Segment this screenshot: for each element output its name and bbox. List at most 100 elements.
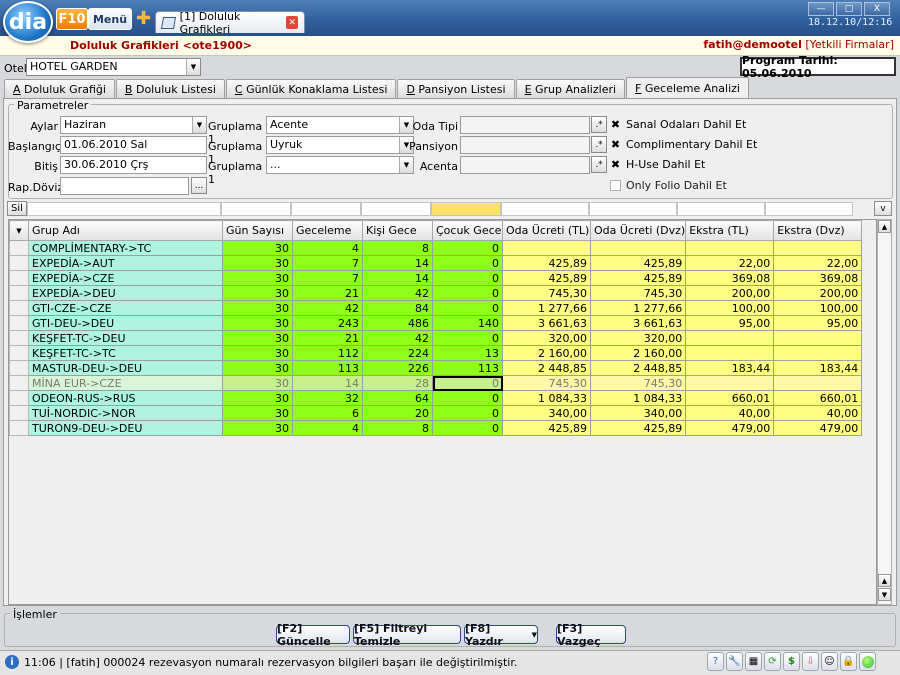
table-cell[interactable]: 369,08 [685, 270, 775, 286]
table-cell[interactable] [685, 330, 775, 346]
table-row[interactable]: GTI-DEU->DEU 30 243 486 140 3 661,63 3 661,63 9… [9, 315, 863, 331]
gruplama2-select[interactable]: Uyruk ▼ [266, 136, 414, 154]
table-cell[interactable]: 0 [432, 285, 503, 301]
table-cell[interactable]: 745,30 [589, 285, 687, 301]
table-cell[interactable]: 2 160,00 [502, 345, 591, 361]
column-menu-icon[interactable]: ▼ [9, 220, 29, 241]
bitis-field[interactable]: 30.06.2010 Çrş [60, 156, 207, 174]
table-cell[interactable]: 3 661,63 [502, 315, 591, 331]
table-row[interactable]: COMPLİMENTARY->TC 30 4 8 0 [9, 240, 863, 256]
table-cell[interactable]: 660,01 [773, 390, 863, 406]
column-header[interactable]: Kişi Gece [362, 220, 433, 241]
row-header[interactable] [9, 405, 29, 421]
column-header[interactable]: Geceleme [292, 220, 363, 241]
table-cell[interactable]: 320,00 [589, 330, 687, 346]
table-cell[interactable]: 42 [362, 330, 433, 346]
vazgec-button[interactable]: [F3] Vazgeç [556, 622, 626, 648]
lock-icon[interactable]: 🔒 [840, 652, 857, 671]
table-cell[interactable]: 745,30 [589, 375, 687, 391]
row-header[interactable] [9, 240, 29, 256]
rap-dovizi-field[interactable] [60, 177, 189, 195]
table-cell[interactable]: ODEON-RUS->RUS [28, 390, 223, 406]
firm-link[interactable]: [Yetkili Firmalar] [805, 38, 894, 51]
chevron-down-icon[interactable]: ▼ [399, 157, 413, 173]
scroll-down-icon[interactable]: ▼ [878, 588, 891, 601]
table-cell[interactable]: 425,89 [589, 270, 687, 286]
acenta-search-button[interactable]: .* [591, 156, 607, 173]
table-cell[interactable]: 112 [292, 345, 363, 361]
minimize-button[interactable]: — [808, 2, 834, 16]
table-cell[interactable]: 0 [432, 405, 503, 421]
table-cell[interactable]: 660,01 [685, 390, 775, 406]
table-cell[interactable]: 4 [292, 420, 363, 436]
table-cell[interactable]: 30 [222, 390, 293, 406]
table-cell[interactable]: 30 [222, 270, 293, 286]
table-cell[interactable]: 30 [222, 315, 293, 331]
table-cell[interactable]: KEŞFET-TC->TC [28, 345, 223, 361]
table-cell[interactable]: 30 [222, 330, 293, 346]
tab-doluluk-grafigi[interactable]: A Doluluk Grafiği [4, 79, 115, 98]
table-cell[interactable]: 2 448,85 [502, 360, 591, 376]
table-cell[interactable]: 28 [362, 375, 433, 391]
close-tab-icon[interactable]: ✕ [286, 16, 298, 29]
filter-cell[interactable] [677, 202, 765, 216]
row-header[interactable] [9, 390, 29, 406]
new-tab-icon[interactable]: ✚ [136, 10, 151, 28]
column-header[interactable]: Ekstra (Dvz) [773, 220, 863, 241]
table-cell[interactable]: 140 [432, 315, 503, 331]
table-cell[interactable]: 20 [362, 405, 433, 421]
pansiyon-search-button[interactable]: .* [591, 136, 607, 153]
table-cell[interactable]: 40,00 [773, 405, 863, 421]
smiley-icon[interactable]: ☺ [821, 652, 838, 671]
table-cell[interactable]: 30 [222, 420, 293, 436]
table-cell[interactable]: 30 [222, 345, 293, 361]
table-cell[interactable]: 113 [292, 360, 363, 376]
row-header[interactable] [9, 270, 29, 286]
table-cell[interactable]: 1 084,33 [589, 390, 687, 406]
table-cell[interactable]: 14 [362, 255, 433, 271]
tab-doluluk-listesi[interactable]: B Doluluk Listesi [115, 79, 225, 98]
table-cell[interactable] [773, 330, 863, 346]
chevron-down-icon[interactable]: ▼ [399, 117, 413, 133]
row-header[interactable] [9, 285, 29, 301]
table-cell[interactable]: 200,00 [773, 285, 863, 301]
table-cell[interactable] [773, 240, 863, 256]
refresh-icon[interactable]: ⟳ [764, 652, 781, 671]
table-cell[interactable]: 7 [292, 270, 363, 286]
table-cell[interactable]: 100,00 [773, 300, 863, 316]
table-cell[interactable]: EXPEDİA->AUT [28, 255, 223, 271]
filter-cell[interactable] [361, 202, 431, 216]
complimentary-checkbox[interactable]: ✖ Complimentary Dahil Et [610, 138, 757, 151]
yazdir-button[interactable]: [F8] Yazdır ▼ [464, 622, 538, 648]
table-cell[interactable]: 42 [362, 285, 433, 301]
document-tab[interactable]: [1] Doluluk Grafikleri ✕ [155, 10, 305, 36]
table-cell[interactable]: 64 [362, 390, 433, 406]
table-cell[interactable]: 2 448,85 [589, 360, 687, 376]
table-cell[interactable]: 1 084,33 [502, 390, 591, 406]
table-cell[interactable]: GTI-CZE->CZE [28, 300, 223, 316]
filter-cell[interactable] [765, 202, 853, 216]
table-cell[interactable]: 42 [292, 300, 363, 316]
table-row[interactable]: KEŞFET-TC->TC 30 112 224 13 2 160,00 2 160,00 [9, 345, 863, 361]
table-cell[interactable]: 40,00 [685, 405, 775, 421]
row-header[interactable] [9, 330, 29, 346]
table-cell[interactable]: 340,00 [589, 405, 687, 421]
table-cell[interactable]: 84 [362, 300, 433, 316]
tools-icon[interactable]: 🔧 [726, 652, 743, 671]
table-cell[interactable]: 32 [292, 390, 363, 406]
table-cell[interactable]: 320,00 [502, 330, 591, 346]
table-cell[interactable]: TUİ-NORDIC->NOR [28, 405, 223, 421]
table-cell[interactable]: 0 [432, 300, 503, 316]
gruplama3-select[interactable]: ... ▼ [266, 156, 414, 174]
f10-button[interactable]: F10 [56, 8, 88, 30]
table-cell[interactable]: 479,00 [773, 420, 863, 436]
sanal-odalar-checkbox[interactable]: ✖ Sanal Odaları Dahil Et [610, 118, 746, 131]
table-cell[interactable] [502, 240, 591, 256]
table-cell[interactable] [685, 375, 775, 391]
filter-options-button[interactable]: v [874, 201, 892, 216]
row-header[interactable] [9, 375, 29, 391]
filtreyi-temizle-button[interactable]: [F5] Filtreyi Temizle [353, 622, 461, 648]
filter-cell[interactable] [221, 202, 291, 216]
table-cell[interactable]: 30 [222, 300, 293, 316]
oda-tipi-search-button[interactable]: .* [591, 116, 607, 133]
